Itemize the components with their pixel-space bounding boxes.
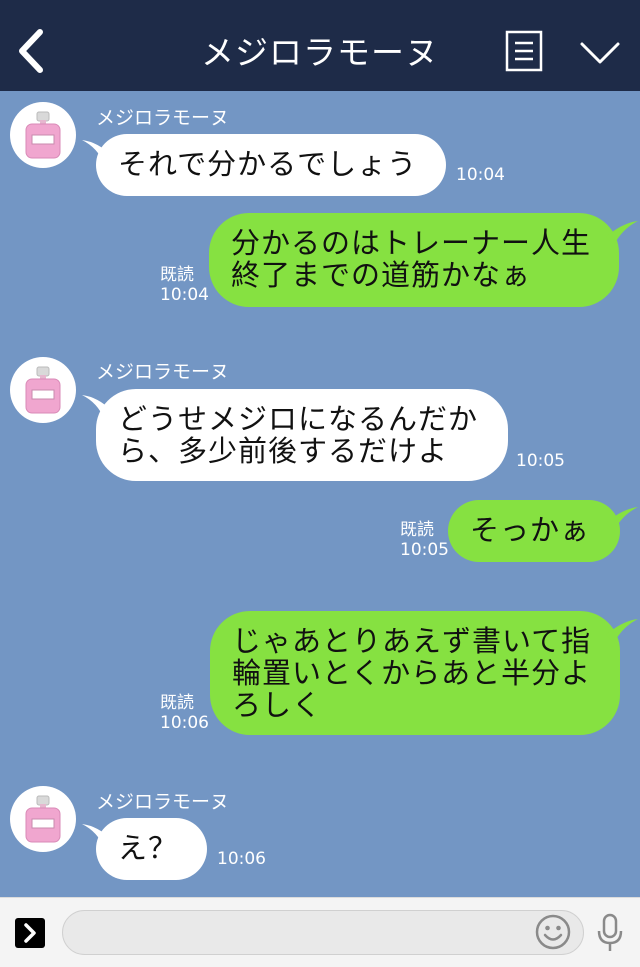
bubble-tail (606, 221, 638, 245)
sender-name: メジロラモーヌ (96, 791, 230, 813)
message-text: それで分かるでしょう (118, 147, 418, 181)
sender-name: メジロラモーヌ (96, 107, 230, 129)
message-time: 10:06 (160, 713, 209, 733)
microphone-button[interactable] (596, 913, 624, 953)
bubble-tail (606, 507, 638, 531)
notes-button[interactable] (505, 30, 543, 72)
input-bar (0, 897, 640, 967)
message-text: どうせメジロになるんだか (118, 402, 479, 436)
message-time: 10:05 (400, 540, 449, 560)
message-time: 10:04 (456, 165, 505, 185)
avatar[interactable] (10, 786, 76, 852)
message-list[interactable]: メジロラモーヌ それで分かるでしょう 10:04 既読 10:04 分かるのはト… (0, 91, 640, 897)
perfume-bottle-icon (25, 795, 61, 843)
message-time: 10:06 (217, 849, 266, 869)
chat-header: メジロラモーヌ (0, 0, 640, 91)
perfume-bottle-icon (25, 366, 61, 414)
message-text: 終了までの道筋かなぁ (231, 258, 532, 292)
smiley-icon (535, 914, 571, 950)
bubble-tail (606, 619, 638, 643)
message-bubble[interactable]: どうせメジロになるんだか ら、多少前後するだけよ (96, 389, 508, 481)
avatar[interactable] (10, 102, 76, 168)
message-bubble[interactable]: それで分かるでしょう (96, 134, 446, 196)
emoji-button[interactable] (535, 914, 571, 950)
message-text: そっかぁ (470, 513, 591, 547)
read-receipt: 既読 (160, 693, 194, 713)
expand-button[interactable] (15, 918, 45, 948)
message-time: 10:05 (516, 451, 565, 471)
message-text: ろしく (232, 688, 323, 722)
message-text: じゃあとりあえず書いて指 (232, 624, 592, 658)
message-bubble[interactable]: え？ (96, 818, 207, 880)
back-button[interactable] (14, 28, 48, 74)
read-receipt: 既読 (400, 520, 434, 540)
chevron-left-icon (19, 29, 43, 73)
expand-arrow-icon (24, 923, 36, 943)
message-bubble[interactable]: じゃあとりあえず書いて指 輪置いとくからあと半分よ ろしく (210, 611, 620, 735)
perfume-bottle-icon (25, 111, 61, 159)
sender-name: メジロラモーヌ (96, 361, 230, 383)
expand-menu-button[interactable] (578, 38, 622, 68)
chat-title: メジロラモーヌ (201, 33, 439, 72)
message-text: 分かるのはトレーナー人生 (231, 226, 592, 260)
message-text: え？ (118, 831, 179, 865)
microphone-icon (597, 913, 623, 951)
message-text: 輪置いとくからあと半分よ (232, 656, 592, 690)
message-bubble[interactable]: そっかぁ (448, 500, 620, 562)
message-time: 10:04 (160, 285, 209, 305)
message-input[interactable] (62, 910, 584, 955)
message-bubble[interactable]: 分かるのはトレーナー人生 終了までの道筋かなぁ (209, 213, 619, 307)
message-text: ら、多少前後するだけよ (118, 434, 449, 468)
avatar[interactable] (10, 357, 76, 423)
chevron-down-icon (580, 42, 620, 64)
notes-icon (505, 30, 543, 72)
read-receipt: 既読 (160, 265, 194, 285)
